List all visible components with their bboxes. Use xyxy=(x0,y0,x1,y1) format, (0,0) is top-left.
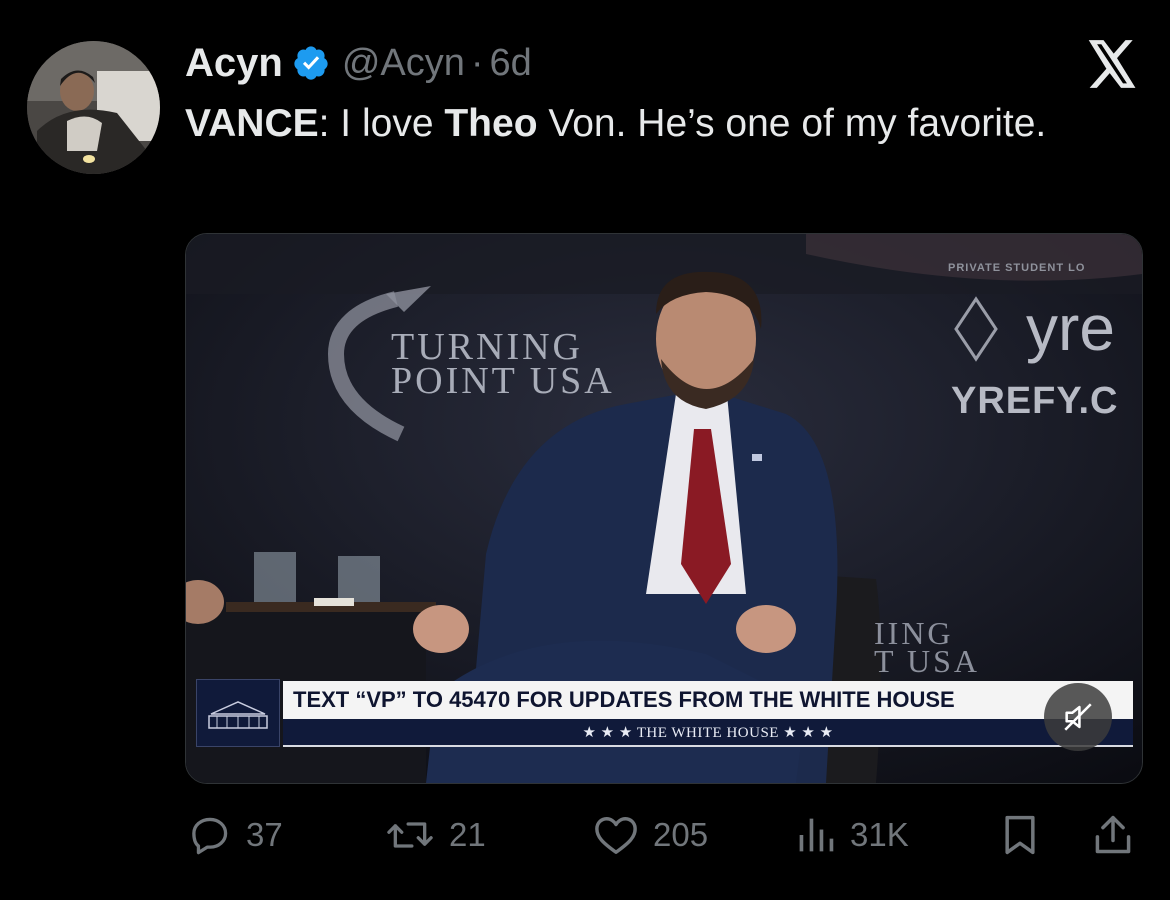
reply-icon xyxy=(192,817,228,855)
tweet-text-bold-1: VANCE xyxy=(185,102,319,145)
tweet-timestamp[interactable]: 6d xyxy=(490,42,532,85)
backdrop-line-2: POINT USA xyxy=(391,360,615,402)
lower-third-headline: TEXT “VP” TO 45470 FOR UPDATES FROM THE … xyxy=(283,681,1133,719)
video-player[interactable]: TURNING POINT USA PRIVATE STUDENT LO yre… xyxy=(185,233,1143,784)
tweet-header: Acyn @Acyn · 6d xyxy=(185,38,532,88)
author-name[interactable]: Acyn xyxy=(185,41,283,86)
mute-toggle-button[interactable] xyxy=(1044,683,1112,751)
like-count: 205 xyxy=(653,816,709,853)
bookmark-button[interactable] xyxy=(1000,812,1040,858)
tweet-text: VANCE: I love Theo Von. He’s one of my f… xyxy=(185,96,1085,152)
news-lower-third: TEXT “VP” TO 45470 FOR UPDATES FROM THE … xyxy=(283,681,1133,749)
white-house-logo-icon xyxy=(196,679,280,747)
tweet-text-bold-2: Theo xyxy=(444,102,538,145)
author-avatar[interactable] xyxy=(27,41,160,174)
backdrop-bottom-line-2: T USA xyxy=(874,643,980,679)
backdrop-right-url: YREFY.C xyxy=(951,380,1119,422)
repost-icon xyxy=(387,822,433,848)
heart-icon xyxy=(595,817,637,854)
reply-button[interactable]: 37 xyxy=(188,812,283,858)
repost-count: 21 xyxy=(449,816,486,853)
tweet-action-bar: 37 21 205 31K xyxy=(0,800,1170,870)
views-button[interactable]: 31K xyxy=(796,812,909,858)
lower-third-subline: ★ ★ ★ THE WHITE HOUSE ★ ★ ★ xyxy=(283,719,1133,747)
backdrop-line-1: TURNING xyxy=(391,326,583,368)
views-chart-icon xyxy=(799,818,834,852)
speaker-muted-icon xyxy=(1064,703,1092,731)
bookmark-icon xyxy=(1005,815,1035,855)
backdrop-bottom-right-text: IING T USA xyxy=(874,617,980,679)
reply-count: 37 xyxy=(246,816,283,853)
view-count: 31K xyxy=(850,816,909,853)
backdrop-right-small: PRIVATE STUDENT LO xyxy=(948,262,1086,274)
backdrop-turning-point-logo: TURNING POINT USA xyxy=(391,326,615,402)
tweet-text-part-2: : I love xyxy=(318,102,445,145)
tweet-text-part-4: Von. He’s one of my favorite. xyxy=(537,102,1047,145)
repost-button[interactable]: 21 xyxy=(385,812,486,858)
x-logo-icon[interactable] xyxy=(1086,40,1138,88)
author-handle[interactable]: @Acyn xyxy=(342,42,465,85)
share-icon xyxy=(1095,815,1131,854)
like-button[interactable]: 205 xyxy=(593,812,708,858)
separator-dot: · xyxy=(470,41,484,84)
share-button[interactable] xyxy=(1092,812,1134,858)
verified-badge-icon xyxy=(292,44,330,82)
backdrop-right-logo: yre xyxy=(1026,292,1115,364)
